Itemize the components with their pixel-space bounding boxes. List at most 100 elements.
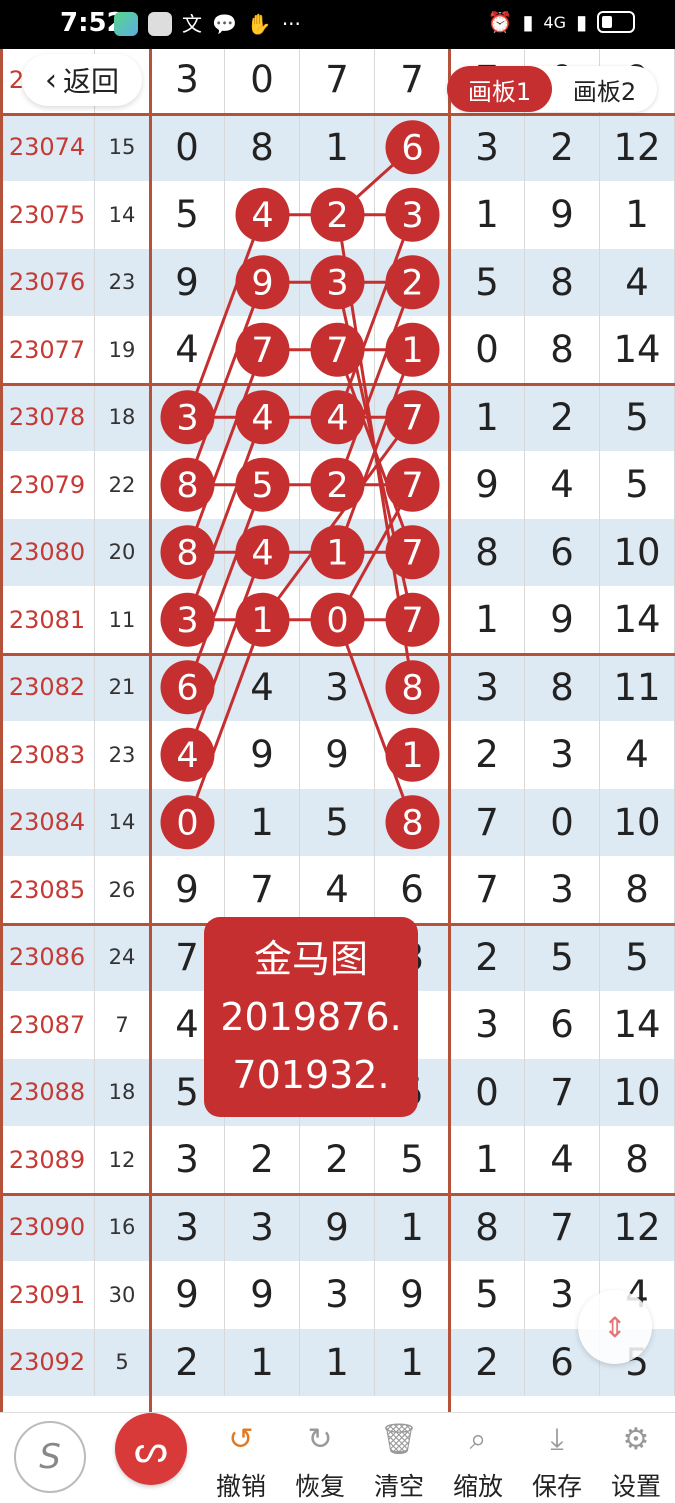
redo-icon: ↻ xyxy=(307,1421,333,1457)
marked-digit[interactable]: 7 xyxy=(235,322,290,377)
bottom-toolbar: S ᔕ ↺ 撤销 ↻ 恢复 🗑 清空 ⌕ 缩放 ⤓ 保存 ⚙ 设置 xyxy=(0,1412,675,1501)
marked-digit-label: 8 xyxy=(176,533,198,573)
toolbar-button-label: 撤销 xyxy=(215,1472,266,1501)
marked-digit[interactable]: 3 xyxy=(385,187,440,242)
marked-digit[interactable]: 1 xyxy=(385,322,440,377)
marked-digit[interactable]: 1 xyxy=(385,727,440,782)
board-tabs: 画板1 画板2 xyxy=(447,66,657,112)
marked-digit[interactable]: 3 xyxy=(160,390,215,445)
marked-digit[interactable]: 3 xyxy=(160,592,215,647)
marked-digit[interactable]: 8 xyxy=(160,457,215,512)
marked-digit-label: 2 xyxy=(401,263,423,303)
popup-line-1: 2019876. xyxy=(220,995,402,1039)
popup-title: 金马图 xyxy=(253,937,368,981)
marked-digit-label: 4 xyxy=(326,398,348,438)
marked-digit[interactable]: 7 xyxy=(310,322,365,377)
marked-digit-label: 7 xyxy=(251,331,273,371)
undo-button[interactable]: ↺ 撤销 xyxy=(206,1417,276,1503)
marked-digit-label: 4 xyxy=(251,533,273,573)
toolbar-button-label: 恢复 xyxy=(294,1472,345,1501)
marked-digit-label: 7 xyxy=(401,601,423,641)
tab-board-1[interactable]: 画板1 xyxy=(447,66,552,112)
marked-digit-label: 8 xyxy=(401,803,423,843)
marked-digit-label: 1 xyxy=(326,533,348,573)
back-label: 返回 xyxy=(62,65,119,98)
download-icon: ⤓ xyxy=(550,1421,564,1457)
marked-digit[interactable]: 8 xyxy=(160,525,215,580)
marked-digit[interactable]: 7 xyxy=(385,525,440,580)
marked-digit[interactable]: 2 xyxy=(310,187,365,242)
marked-digit[interactable]: 4 xyxy=(160,727,215,782)
marked-digit-label: 3 xyxy=(176,601,198,641)
s-mode-label: S xyxy=(39,1437,61,1477)
marked-digit[interactable]: 3 xyxy=(310,255,365,310)
marked-digit[interactable]: 0 xyxy=(160,795,215,850)
marked-digit[interactable]: 7 xyxy=(385,457,440,512)
marked-digit-label: 4 xyxy=(251,398,273,438)
undo-icon: ↺ xyxy=(228,1421,254,1457)
marked-digit-label: 5 xyxy=(251,466,273,506)
marked-digit[interactable]: 1 xyxy=(310,525,365,580)
marked-digit-label: 4 xyxy=(176,736,198,776)
marked-digit[interactable]: 6 xyxy=(160,660,215,715)
marked-digit[interactable]: 4 xyxy=(235,525,290,580)
popup-line-2: 701932. xyxy=(232,1053,390,1097)
marked-digit[interactable]: 7 xyxy=(385,592,440,647)
expand-collapse-icon: ⇕ xyxy=(603,1310,627,1344)
gear-button[interactable]: ⚙ 设置 xyxy=(601,1417,671,1503)
marked-digit[interactable]: 4 xyxy=(310,390,365,445)
trash-icon: 🗑 xyxy=(379,1421,419,1457)
marked-digit-label: 8 xyxy=(176,466,198,506)
marked-digit[interactable]: 8 xyxy=(385,795,440,850)
marked-digit-label: 4 xyxy=(251,196,273,236)
back-button[interactable]: ‹ 返回 xyxy=(22,54,142,106)
marked-digit[interactable]: 4 xyxy=(235,390,290,445)
marked-digit-label: 7 xyxy=(401,398,423,438)
marked-digit-label: 1 xyxy=(401,331,423,371)
marked-digit-label: 6 xyxy=(401,128,423,168)
marked-digit[interactable]: 0 xyxy=(310,592,365,647)
toolbar-button-label: 缩放 xyxy=(452,1472,503,1501)
marked-digit[interactable]: 1 xyxy=(235,592,290,647)
download-button[interactable]: ⤓ 保存 xyxy=(522,1417,592,1503)
draw-button[interactable]: ᔕ xyxy=(115,1413,187,1485)
marked-digit[interactable]: 4 xyxy=(235,187,290,242)
marked-digit-label: 7 xyxy=(401,533,423,573)
gear-icon: ⚙ xyxy=(622,1421,650,1457)
toolbar-button-label: 设置 xyxy=(610,1472,661,1501)
zoom-button[interactable]: ⌕ 缩放 xyxy=(443,1417,513,1503)
tab-board-2[interactable]: 画板2 xyxy=(552,66,657,112)
marked-digit-label: 6 xyxy=(176,668,198,708)
marked-digit-label: 8 xyxy=(401,668,423,708)
pen-icon: ᔕ xyxy=(134,1427,168,1471)
marked-digit[interactable]: 7 xyxy=(385,390,440,445)
chevron-left-icon: ‹ xyxy=(44,62,57,98)
marked-digit-label: 7 xyxy=(326,331,348,371)
s-mode-button[interactable]: S xyxy=(14,1421,86,1493)
marked-digit[interactable]: 5 xyxy=(235,457,290,512)
redo-button[interactable]: ↻ 恢复 xyxy=(285,1417,355,1503)
toolbar-button-label: 保存 xyxy=(531,1472,582,1501)
marked-digit-label: 3 xyxy=(326,263,348,303)
marked-digit-label: 2 xyxy=(326,466,348,506)
trash-button[interactable]: 🗑 清空 xyxy=(364,1417,434,1503)
marked-digit-label: 3 xyxy=(176,398,198,438)
connector-line xyxy=(336,619,414,823)
toolbar-button-label: 清空 xyxy=(373,1472,424,1501)
marked-digit[interactable]: 6 xyxy=(385,120,440,175)
marked-digit-label: 0 xyxy=(176,803,198,843)
marked-digit[interactable]: 2 xyxy=(310,457,365,512)
zoom-icon: ⌕ xyxy=(469,1421,487,1457)
scroll-toggle-button[interactable]: ⇕ xyxy=(578,1290,652,1364)
marked-digit-label: 3 xyxy=(401,196,423,236)
marked-digit-label: 9 xyxy=(251,263,273,303)
marked-digit-label: 2 xyxy=(326,196,348,236)
marked-digit-label: 0 xyxy=(326,601,348,641)
marked-digit-label: 7 xyxy=(401,466,423,506)
marked-digit[interactable]: 8 xyxy=(385,660,440,715)
drawing-layer[interactable]: 6 4 2 3 9 3 2 7 7 1 3 4 4 7 8 5 2 7 8 4 1 7 3 1 0 7 6 8 4 1 0 8 xyxy=(0,0,675,1412)
pattern-popup: 金马图 2019876. 701932. xyxy=(204,917,418,1117)
marked-digit[interactable]: 9 xyxy=(235,255,290,310)
marked-digit[interactable]: 2 xyxy=(385,255,440,310)
marked-digit-label: 1 xyxy=(251,601,273,641)
